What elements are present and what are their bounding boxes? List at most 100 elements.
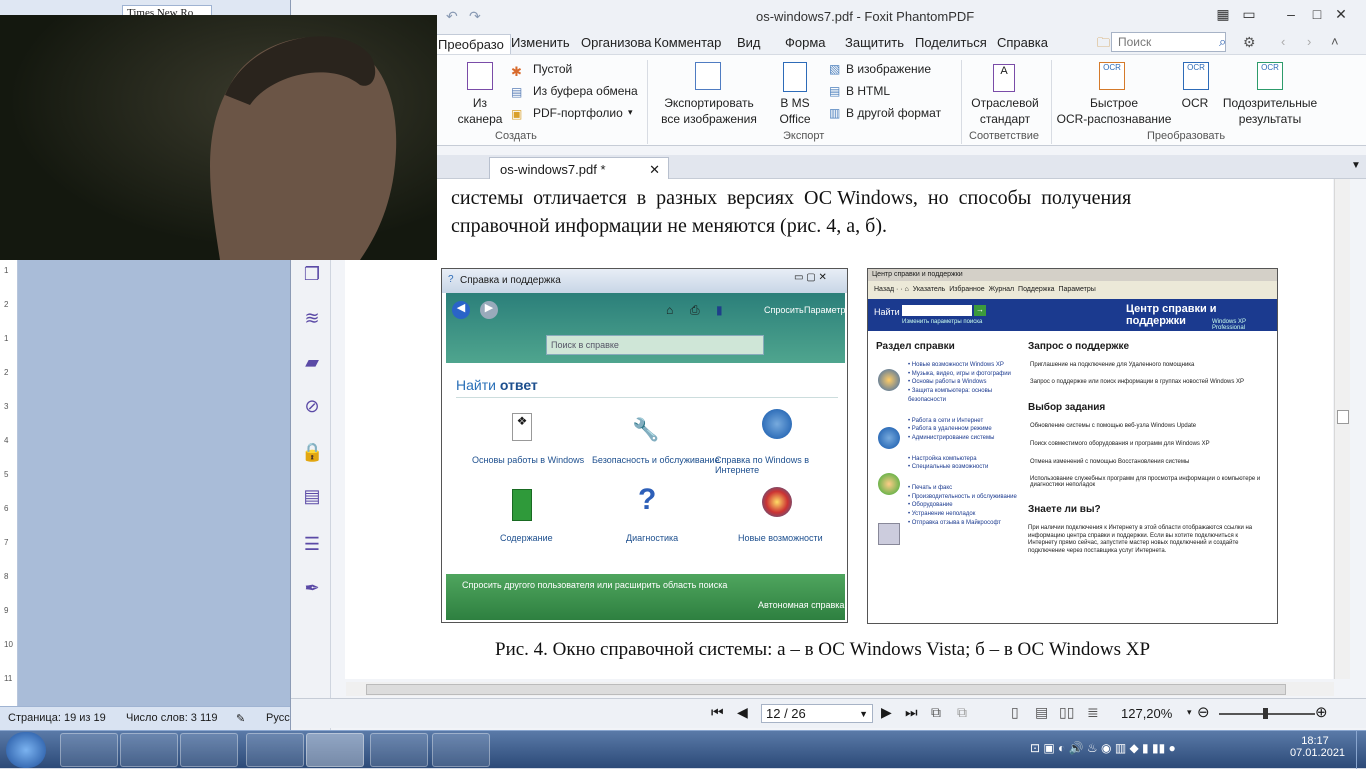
tab-form[interactable]: Форма xyxy=(785,35,826,50)
export-images-button[interactable]: Экспортировать все изображения xyxy=(655,95,763,127)
maximize-button[interactable]: □ xyxy=(1307,6,1327,22)
next-page-icon[interactable]: ▶ xyxy=(881,704,892,721)
zoom-in-icon[interactable]: ⊕ xyxy=(1315,703,1328,721)
blank-button[interactable]: Пустой xyxy=(533,62,572,76)
h-scroll-thumb[interactable] xyxy=(366,684,1286,695)
single-page-icon[interactable]: ▯ xyxy=(1011,704,1019,721)
zoom-slider-thumb[interactable] xyxy=(1263,708,1268,719)
tab-protect[interactable]: Защитить xyxy=(845,35,904,50)
word-status-words[interactable]: Число слов: 3 119 xyxy=(126,712,218,724)
zoom-dropdown-icon[interactable]: ▾ xyxy=(1187,707,1192,718)
undo-icon[interactable]: ↶ xyxy=(446,8,458,25)
tab-help[interactable]: Справка xyxy=(997,35,1048,50)
tab-view[interactable]: Вид xyxy=(737,35,761,50)
ruler-number: 6 xyxy=(4,504,9,513)
xp-section-link: • Настройка компьютера xyxy=(908,455,977,462)
minimize-button[interactable]: – xyxy=(1281,6,1301,22)
gear-icon[interactable]: ⚙ xyxy=(1243,34,1256,51)
from-scanner-button[interactable]: Из сканера xyxy=(455,95,505,127)
xp-section-links: • Новые возможности Windows XP • Музыка, … xyxy=(908,361,1018,528)
to-html-button[interactable]: В HTML xyxy=(846,84,890,98)
zoom-value[interactable]: 127,20% xyxy=(1121,706,1172,721)
facing-icon[interactable]: ▯▯ xyxy=(1059,704,1074,721)
tab-share[interactable]: Поделиться xyxy=(915,35,987,50)
document-tab-bar xyxy=(331,155,1366,179)
collapse-ribbon-icon[interactable]: ▭ xyxy=(1239,6,1259,22)
xp-help-figure: Центр справки и поддержки Назад · · ⌂ Ук… xyxy=(867,268,1278,624)
document-tab[interactable]: os-windows7.pdf * ✕ xyxy=(489,157,669,180)
ocr-button[interactable]: OCR xyxy=(1177,95,1213,111)
task-manager-taskbar-icon[interactable] xyxy=(370,733,428,767)
tray-icons[interactable]: ⊡ ▣ ◐ 🔊 ♨ ◉ ▥ ◆ ▮ ▮▮ ● xyxy=(1030,741,1176,755)
scroll-thumb[interactable] xyxy=(1337,410,1349,424)
vista-link-basics: Основы работы в Windows xyxy=(472,455,585,465)
ribbon-divider xyxy=(961,60,962,144)
xp-section-link: • Производительность и обслуживание xyxy=(908,493,1017,500)
search-input[interactable]: Поиск xyxy=(1111,32,1226,52)
chrome-taskbar-icon[interactable] xyxy=(60,733,118,767)
xp-section-link: • Работа в сети и Интернет xyxy=(908,417,984,424)
prev-page-icon[interactable]: ◀ xyxy=(737,704,748,721)
forward-nav-icon[interactable]: › xyxy=(1307,34,1311,49)
to-image-button[interactable]: В изображение xyxy=(846,62,931,76)
tab-edit[interactable]: Изменить xyxy=(511,35,570,50)
word-vertical-ruler: 1 2 1 2 3 4 5 6 7 8 9 10 11 xyxy=(0,258,18,708)
document-search-icon[interactable]: ▤ xyxy=(301,486,323,508)
pdf-portfolio-button[interactable]: PDF-портфолио xyxy=(533,106,623,120)
page-number-input[interactable]: 12 / 26 ▼ xyxy=(761,704,873,723)
tab-comment[interactable]: Комментар xyxy=(654,35,721,50)
redo-icon[interactable]: ↷ xyxy=(469,8,481,25)
lock-icon[interactable]: 🔒 xyxy=(301,442,323,464)
yandex-taskbar-icon[interactable] xyxy=(180,733,238,767)
ms-office-button[interactable]: В MS Office xyxy=(771,95,819,127)
vista-offline: Автономная справка xyxy=(758,600,845,610)
show-desktop-button[interactable] xyxy=(1356,731,1366,769)
industry-standard-button[interactable]: Отраслевой стандарт xyxy=(967,95,1043,127)
search-icon[interactable]: ⌕ xyxy=(1219,34,1226,50)
explorer-taskbar-icon[interactable] xyxy=(120,733,178,767)
tab-convert[interactable]: Преобразо xyxy=(431,34,511,54)
export-images-icon xyxy=(695,62,721,90)
continuous-facing-icon[interactable]: ≣ xyxy=(1087,704,1099,721)
chevron-down-icon[interactable]: ▾ xyxy=(628,107,633,118)
last-page-icon[interactable]: ⏭ xyxy=(905,704,918,721)
video-player[interactable] xyxy=(0,15,437,260)
zoom-out-icon[interactable]: ⊖ xyxy=(1197,703,1210,721)
word-status-page[interactable]: Страница: 19 из 19 xyxy=(8,712,106,724)
pdfa-icon: A xyxy=(993,64,1015,92)
to-other-format-button[interactable]: В другой формат xyxy=(846,106,941,120)
control-panel-taskbar-icon[interactable] xyxy=(246,733,304,767)
comments-icon[interactable]: ▰ xyxy=(301,352,323,374)
start-button[interactable] xyxy=(6,732,46,768)
foxit-status-bar: ⏮ ◀ 12 / 26 ▼ ▶ ⏭ ⧉ ⧉ ▯ ▤ ▯▯ ≣ 127,20% ▾ … xyxy=(291,698,1366,728)
suspect-results-button[interactable]: Подозрительные результаты xyxy=(1217,95,1323,127)
spellcheck-icon[interactable]: ✎ xyxy=(236,712,245,725)
form-fields-icon[interactable]: ☰ xyxy=(301,534,323,556)
word-taskbar-icon[interactable] xyxy=(432,733,490,767)
close-button[interactable]: ✕ xyxy=(1331,6,1351,22)
fit-page-icon[interactable]: ⧉ xyxy=(931,704,941,721)
back-nav-icon[interactable]: ‹ xyxy=(1281,34,1285,49)
word-status-lang[interactable]: Русс xyxy=(266,712,290,724)
first-page-icon[interactable]: ⏮ xyxy=(711,704,724,721)
vertical-scrollbar[interactable] xyxy=(1334,179,1350,679)
attachment-icon[interactable]: ⊘ xyxy=(301,396,323,418)
clock[interactable]: 18:17 07.01.2021 xyxy=(1290,735,1345,759)
xp-network-icon xyxy=(878,427,900,449)
tab-list-icon[interactable]: ▼ xyxy=(1351,160,1361,171)
collapse-icon[interactable]: ˄ xyxy=(1331,34,1339,49)
layers-icon[interactable]: ≋ xyxy=(301,308,323,330)
pages-icon[interactable]: ❐ xyxy=(301,264,323,286)
fit-width-icon[interactable]: ⧉ xyxy=(957,704,967,721)
ruler-number: 4 xyxy=(4,436,9,445)
search-folder-icon[interactable]: 🗀 xyxy=(1097,34,1110,56)
from-clipboard-button[interactable]: Из буфера обмена xyxy=(533,84,638,98)
quick-ocr-button[interactable]: Быстрое OCR-распознавание xyxy=(1053,95,1175,127)
foxit-taskbar-icon[interactable] xyxy=(306,733,364,767)
signature-icon[interactable]: ✒ xyxy=(301,578,323,600)
tab-organize[interactable]: Организова xyxy=(581,35,652,50)
close-tab-icon[interactable]: ✕ xyxy=(649,162,660,178)
ribbon-layout-icon[interactable]: ▦ xyxy=(1213,6,1233,22)
ruler-number: 2 xyxy=(4,300,9,309)
continuous-icon[interactable]: ▤ xyxy=(1035,704,1048,721)
